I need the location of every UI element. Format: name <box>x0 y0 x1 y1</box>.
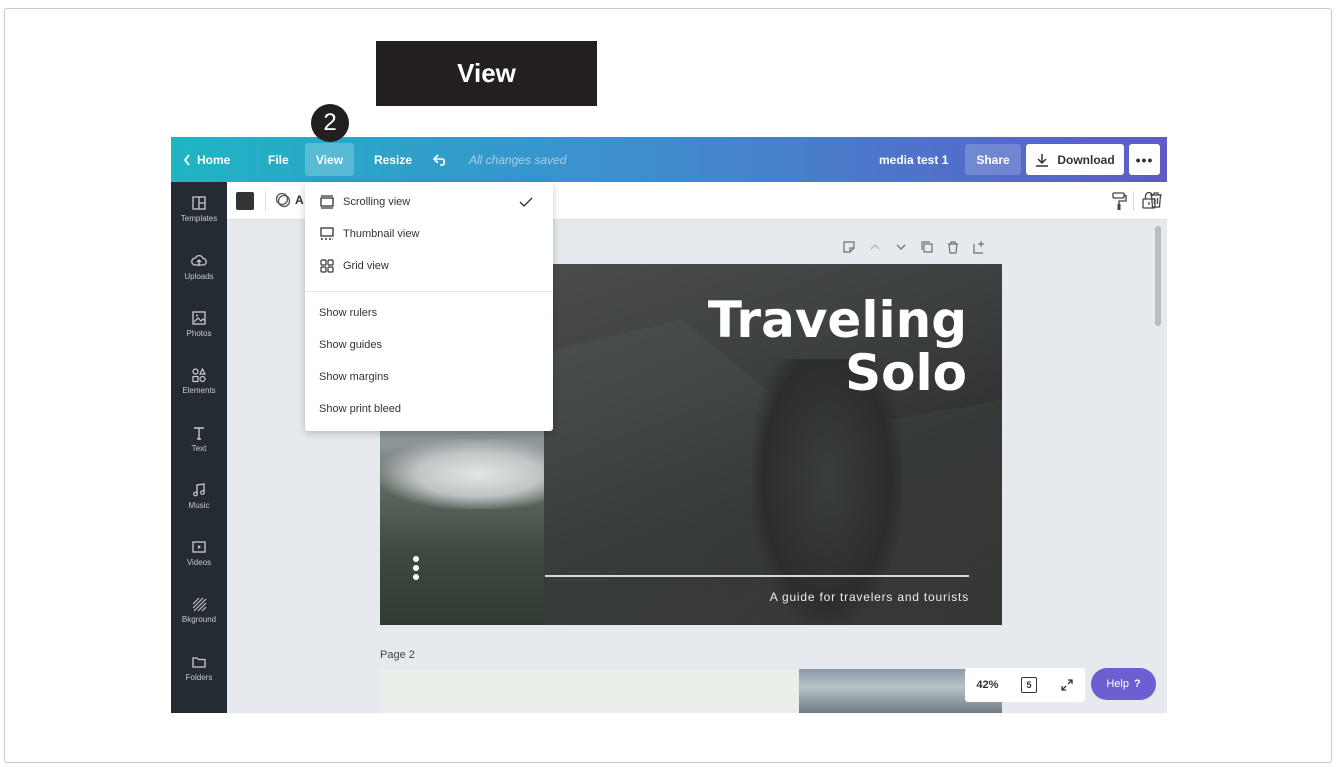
sidebar-item-label: Bkground <box>181 615 217 624</box>
sidebar-item-label: Photos <box>186 329 212 338</box>
sidebar-item-photos[interactable]: Photos <box>171 299 227 349</box>
resize-menu[interactable]: Resize <box>374 137 412 182</box>
uploads-icon <box>191 254 207 266</box>
menu-item-label: Thumbnail view <box>343 228 420 240</box>
sidebar: Templates Uploads Photos Elements Text M… <box>171 182 227 713</box>
font-button[interactable]: A <box>295 193 304 207</box>
divider-line <box>545 575 969 577</box>
menu-item-scrolling-view[interactable]: Scrolling view <box>305 186 553 218</box>
delete-page-icon[interactable] <box>946 240 960 254</box>
duplicate-icon[interactable] <box>920 240 934 254</box>
undo-icon <box>433 153 446 166</box>
sidebar-item-label: Text <box>191 444 207 453</box>
sidebar-item-label: Videos <box>186 558 212 567</box>
menu-item-grid-view[interactable]: Grid view <box>305 250 553 282</box>
menu-item-show-rulers[interactable]: Show rulers <box>305 297 553 329</box>
text-icon <box>194 427 204 440</box>
top-bar: Home File View Resize All changes saved … <box>171 137 1167 182</box>
sidebar-item-templates[interactable]: Templates <box>171 184 227 234</box>
callout-label: View <box>376 41 597 106</box>
menu-item-thumbnail-view[interactable]: Thumbnail view <box>305 218 553 250</box>
menu-item-show-margins[interactable]: Show margins <box>305 361 553 393</box>
view-dropdown-menu: Scrolling view Thumbnail view Grid view … <box>305 182 553 431</box>
videos-icon <box>192 541 206 553</box>
view-menu[interactable]: View <box>305 143 354 176</box>
page-2-label: Page 2 <box>380 649 415 661</box>
scrolling-view-icon <box>320 195 334 209</box>
design-tagline[interactable]: A guide for travelers and tourists <box>770 590 969 604</box>
checkmark-icon <box>519 197 533 207</box>
menu-item-show-print-bleed[interactable]: Show print bleed <box>305 393 553 425</box>
home-label: Home <box>197 152 231 167</box>
sidebar-item-folders[interactable]: Folders <box>171 643 227 693</box>
menu-item-show-guides[interactable]: Show guides <box>305 329 553 361</box>
zoom-level[interactable]: 42% <box>976 679 998 691</box>
thumbnail-view-icon <box>320 227 334 240</box>
design-title[interactable]: Traveling Solo <box>708 294 967 399</box>
sidebar-item-uploads[interactable]: Uploads <box>171 242 227 292</box>
sidebar-item-label: Elements <box>182 386 216 395</box>
fullscreen-icon[interactable] <box>1060 678 1074 692</box>
download-label: Download <box>1057 152 1115 167</box>
sidebar-item-elements[interactable]: Elements <box>171 356 227 406</box>
drag-handle-icon[interactable] <box>413 556 419 583</box>
file-menu[interactable]: File <box>268 137 289 182</box>
vertical-scrollbar[interactable] <box>1155 226 1161 326</box>
toolbar-divider <box>265 191 266 211</box>
share-button[interactable]: Share <box>965 144 1021 175</box>
chevron-up-icon[interactable] <box>868 240 882 254</box>
title-line-1: Traveling <box>707 291 967 349</box>
more-options-button[interactable]: ••• <box>1129 144 1160 175</box>
elements-icon <box>192 367 206 383</box>
page-2-preview[interactable] <box>380 669 1002 713</box>
grid-view-icon <box>320 259 334 273</box>
sidebar-item-label: Music <box>188 501 210 510</box>
page-tools <box>842 240 986 254</box>
color-swatch[interactable] <box>236 192 254 210</box>
title-line-2: Solo <box>845 343 967 402</box>
document-name[interactable]: media test 1 <box>879 137 948 182</box>
sidebar-item-label: Folders <box>185 673 213 682</box>
menu-item-label: Grid view <box>343 260 389 272</box>
trash-icon[interactable] <box>1149 191 1163 209</box>
paint-roller-icon[interactable] <box>1111 191 1127 211</box>
menu-divider <box>305 291 553 292</box>
question-icon: ? <box>1133 678 1141 690</box>
help-button[interactable]: Help ? <box>1091 668 1156 700</box>
chevron-down-icon[interactable] <box>894 240 908 254</box>
home-button[interactable]: Home <box>183 137 230 182</box>
sidebar-item-background[interactable]: Bkground <box>171 585 227 635</box>
download-icon <box>1036 153 1049 167</box>
transparency-icon[interactable] <box>275 192 291 208</box>
add-page-icon[interactable] <box>972 240 986 254</box>
sidebar-item-label: Templates <box>180 214 218 223</box>
zoom-controls: 42% 5 <box>965 668 1085 702</box>
templates-icon <box>192 196 206 210</box>
help-label: Help <box>1106 678 1129 690</box>
chevron-left-icon <box>183 153 190 166</box>
sidebar-item-label: Uploads <box>184 272 214 281</box>
undo-button[interactable] <box>433 137 449 182</box>
folders-icon <box>192 657 206 668</box>
menu-item-label: Scrolling view <box>343 196 411 208</box>
music-icon <box>193 483 205 497</box>
step-badge: 2 <box>311 104 349 142</box>
sidebar-item-text[interactable]: Text <box>171 414 227 464</box>
clouds <box>380 439 544 509</box>
note-icon[interactable] <box>842 240 856 254</box>
download-button[interactable]: Download <box>1026 144 1124 175</box>
page-count-icon[interactable]: 5 <box>1021 677 1038 693</box>
sidebar-item-music[interactable]: Music <box>171 471 227 521</box>
photos-icon <box>192 311 206 325</box>
save-status: All changes saved <box>469 152 567 167</box>
sidebar-item-videos[interactable]: Videos <box>171 528 227 578</box>
background-icon <box>192 597 207 612</box>
toolbar-divider <box>1133 191 1134 211</box>
